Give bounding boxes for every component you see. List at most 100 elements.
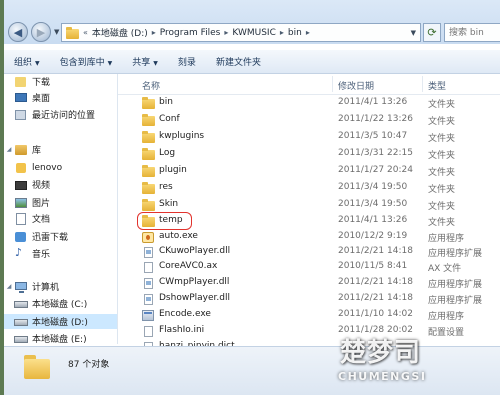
- file-list: bin 2011/4/1 13:26 文件夹 Conf 2011/1/22 13:26 文…: [118, 96, 500, 346]
- refresh-icon: ⟳: [427, 26, 437, 39]
- item-count: 87 个对象: [68, 360, 110, 370]
- include-in-library-label: 包含到库中: [59, 58, 105, 68]
- file-row[interactable]: auto.exe 2010/12/2 9:19 应用程序: [118, 230, 500, 245]
- column-header-name[interactable]: 名称: [142, 79, 160, 92]
- expand-arrow-icon[interactable]: ◢: [4, 146, 14, 153]
- back-button[interactable]: ◀: [8, 22, 28, 42]
- file-modified-date: 2011/1/27 20:24: [338, 165, 413, 175]
- file-name: CKuwoPlayer.dll: [159, 246, 231, 256]
- file-modified-date: 2011/2/21 14:18: [338, 277, 413, 287]
- nav-item-label: 本地磁盘 (C:): [32, 300, 88, 310]
- file-type: 文件夹: [428, 168, 456, 178]
- recent-pages-dropdown-icon[interactable]: ▼: [54, 28, 59, 36]
- file-name: plugin: [159, 165, 187, 175]
- file-name: auto.exe: [159, 231, 198, 241]
- file-row[interactable]: temp 2011/4/1 13:26 文件夹: [118, 212, 500, 230]
- file-modified-date: 2011/3/5 10:47: [338, 131, 408, 141]
- nav-item-thunder-downloads[interactable]: 迅雷下载: [4, 229, 117, 244]
- new-folder-button[interactable]: 新建文件夹: [206, 55, 271, 68]
- file-modified-date: 2011/3/4 19:50: [338, 182, 408, 192]
- documents-library-icon: [14, 212, 28, 225]
- file-row[interactable]: plugin 2011/1/27 20:24 文件夹: [118, 164, 500, 179]
- drive-icon: [14, 316, 28, 328]
- search-input[interactable]: [445, 26, 500, 39]
- nav-item-label: 文档: [32, 215, 51, 225]
- file-row[interactable]: CWmpPlayer.dll 2011/2/21 14:18 应用程序扩展: [118, 276, 500, 291]
- forward-button[interactable]: ▶: [31, 22, 51, 42]
- autorun-app-icon: [142, 232, 155, 243]
- desktop-icon: [14, 92, 28, 104]
- breadcrumb-separator-icon[interactable]: ▸: [150, 28, 158, 37]
- file-type: 应用程序扩展: [428, 249, 483, 259]
- file-row[interactable]: Log 2011/3/31 22:15 文件夹: [118, 147, 500, 162]
- organize-menu-button[interactable]: 组织 ▼: [4, 55, 50, 68]
- file-row[interactable]: bin 2011/4/1 13:26 文件夹: [118, 96, 500, 111]
- breadcrumb-bin[interactable]: bin: [286, 28, 304, 38]
- address-overflow-chevron[interactable]: «: [81, 28, 90, 37]
- burn-button[interactable]: 刻录: [168, 55, 206, 68]
- nav-item-desktop[interactable]: 桌面: [4, 90, 117, 105]
- nav-item-label: 本地磁盘 (E:): [32, 335, 87, 344]
- chevron-down-icon: ▼: [35, 60, 40, 67]
- folder-icon: [142, 199, 155, 211]
- nav-item-drive-c[interactable]: 本地磁盘 (C:): [4, 296, 117, 311]
- file-row[interactable]: res 2011/3/4 19:50 文件夹: [118, 181, 500, 196]
- file-name: DshowPlayer.dll: [159, 293, 230, 303]
- file-name: Skin: [159, 199, 179, 209]
- breadcrumb-kwmusic[interactable]: KWMUSIC: [230, 28, 277, 38]
- file-name: FlashIo.ini: [159, 325, 205, 335]
- folder-icon: [142, 182, 155, 194]
- file-row[interactable]: DshowPlayer.dll 2011/2/21 14:18 应用程序扩展: [118, 292, 500, 307]
- include-in-library-button[interactable]: 包含到库中 ▼: [50, 55, 123, 68]
- file-row[interactable]: Encode.exe 2011/1/10 14:02 应用程序: [118, 308, 500, 323]
- breadcrumb-separator-icon[interactable]: ▸: [222, 28, 230, 37]
- column-header-type[interactable]: 类型: [428, 79, 446, 92]
- column-header-date[interactable]: 修改日期: [338, 79, 374, 92]
- file-type: 应用程序扩展: [428, 280, 483, 290]
- folder-icon: [24, 355, 50, 379]
- file-name: bin: [159, 97, 173, 107]
- breadcrumb-program-files[interactable]: Program Files: [158, 28, 223, 38]
- nav-item-documents[interactable]: 文档: [4, 211, 117, 226]
- folder-icon: [142, 114, 155, 126]
- address-dropdown-icon[interactable]: ▼: [407, 29, 420, 37]
- nav-item-label: 视频: [32, 181, 51, 191]
- file-row[interactable]: CoreAVC0.ax 2010/11/5 8:41 AX 文件: [118, 260, 500, 275]
- breadcrumb-drive-d[interactable]: 本地磁盘 (D:): [90, 26, 150, 39]
- nav-item-videos[interactable]: 视频: [4, 177, 117, 192]
- nav-item-lenovo[interactable]: lenovo: [4, 160, 117, 175]
- refresh-button[interactable]: ⟳: [423, 23, 441, 42]
- nav-item-downloads[interactable]: 下载: [4, 74, 117, 89]
- nav-item-music[interactable]: ♪ 音乐: [4, 246, 117, 261]
- file-type: AX 文件: [428, 264, 462, 274]
- video-library-icon: [14, 179, 28, 191]
- file-row[interactable]: kwplugins 2011/3/5 10:47 文件夹: [118, 130, 500, 145]
- file-modified-date: 2010/11/5 8:41: [338, 261, 408, 271]
- folder-icon: [142, 131, 155, 143]
- share-button[interactable]: 共享 ▼: [122, 55, 168, 68]
- explorer-window: ◀ ▶ ▼ « 本地磁盘 (D:) ▸ Program Files ▸ KWMU…: [4, 0, 500, 395]
- expand-arrow-icon[interactable]: ◢: [4, 283, 14, 290]
- file-modified-date: 2010/12/2 9:19: [338, 231, 408, 241]
- nav-item-drive-d[interactable]: 本地磁盘 (D:): [4, 314, 117, 329]
- file-row[interactable]: Skin 2011/3/4 19:50 文件夹: [118, 198, 500, 213]
- file-type: 应用程序扩展: [428, 296, 483, 306]
- nav-item-libraries[interactable]: ◢ 库: [4, 142, 117, 157]
- navigation-pane: 下载 桌面 最近访问的位置 ◢ 库 lenovo 视频 图片 文档 迅雷下载 ♪…: [4, 74, 118, 344]
- nav-item-label: 库: [32, 146, 42, 156]
- file-icon: [142, 262, 155, 273]
- search-box[interactable]: [444, 23, 500, 42]
- nav-item-recent-places[interactable]: 最近访问的位置: [4, 107, 117, 122]
- nav-item-label: 迅雷下载: [32, 233, 69, 243]
- breadcrumb-separator-icon[interactable]: ▸: [278, 28, 286, 37]
- breadcrumb-separator-icon[interactable]: ▸: [304, 28, 312, 37]
- address-bar[interactable]: « 本地磁盘 (D:) ▸ Program Files ▸ KWMUSIC ▸ …: [61, 23, 421, 42]
- nav-item-drive-e[interactable]: 本地磁盘 (E:): [4, 331, 117, 344]
- file-modified-date: 2011/1/22 13:26: [338, 114, 413, 124]
- file-row[interactable]: Conf 2011/1/22 13:26 文件夹: [118, 113, 500, 128]
- file-row[interactable]: CKuwoPlayer.dll 2011/2/21 14:18 应用程序扩展: [118, 245, 500, 260]
- nav-item-pictures[interactable]: 图片: [4, 195, 117, 210]
- file-type: 文件夹: [428, 134, 456, 144]
- nav-item-computer[interactable]: ◢ 计算机: [4, 279, 117, 294]
- address-row: ◀ ▶ ▼ « 本地磁盘 (D:) ▸ Program Files ▸ KWMU…: [4, 0, 500, 44]
